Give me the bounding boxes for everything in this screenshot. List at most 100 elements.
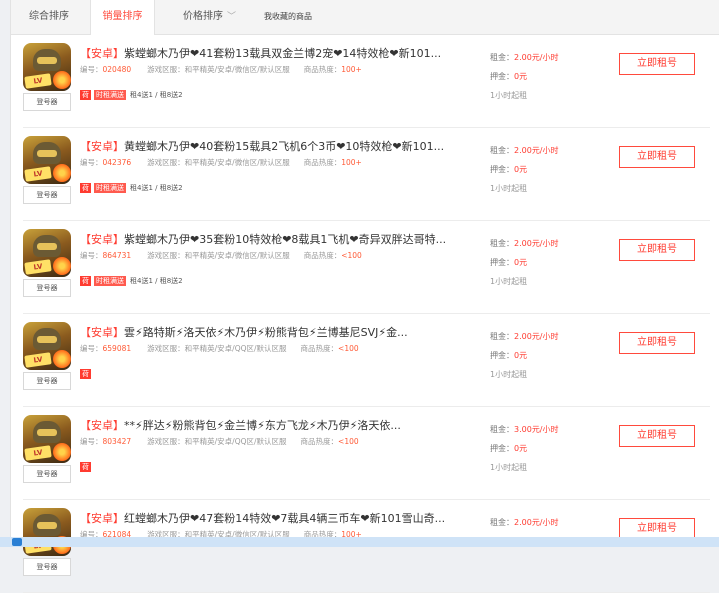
taskbar — [0, 537, 719, 547]
login-button[interactable]: 登号器 — [23, 186, 71, 204]
heat-label: 商品热度： — [303, 65, 342, 74]
item-price: 3.00元/小时 — [514, 425, 559, 434]
deposit-label: 押金： — [490, 258, 514, 267]
tab-comprehensive[interactable]: 综合排序 — [11, 0, 90, 34]
deposit-line: 押金：0元 — [490, 257, 527, 268]
rent-now-button[interactable]: 立即租号 — [619, 146, 695, 168]
item-region: 和平精英/安卓/微信区/默认区服 — [184, 158, 290, 167]
item-region: 和平精英/安卓/QQ区/默认区服 — [184, 437, 287, 446]
item-code: 020480 — [102, 65, 132, 74]
game-avatar[interactable]: LV — [23, 136, 71, 184]
app-icon[interactable] — [12, 538, 22, 546]
item-title[interactable]: 【安卓】雲⚡路特斯⚡洛天依⚡木乃伊⚡粉熊背包⚡兰博基尼SVJ⚡金... — [80, 324, 408, 340]
lotus-badge: 荷 — [80, 183, 91, 193]
login-button[interactable]: 登号器 — [23, 465, 71, 483]
visor-graphic — [37, 336, 57, 343]
rent-now-button[interactable]: 立即租号 — [619, 332, 695, 354]
item-region: 和平精英/安卓/QQ区/默认区服 — [184, 344, 287, 353]
lotus-badge: 荷 — [80, 462, 91, 472]
promo-badge: 时租满送 — [94, 183, 126, 193]
code-label: 编号： — [80, 344, 103, 353]
region-label: 游戏区服： — [147, 251, 185, 260]
code-label: 编号： — [80, 251, 103, 260]
promo-text: 租4送1 / 租8送2 — [130, 277, 183, 285]
login-button[interactable]: 登号器 — [23, 558, 71, 576]
item-heat: <100 — [341, 251, 362, 260]
item-meta: 编号：803427 游戏区服：和平精英/安卓/QQ区/默认区服 商品热度：<100 — [80, 436, 359, 447]
lotus-badge: 荷 — [80, 90, 91, 100]
fire-graphic — [53, 350, 71, 368]
lotus-badge: 荷 — [80, 276, 91, 286]
item-badges: 荷时租满送 租4送1 / 租8送2 — [80, 183, 183, 193]
item-price: 2.00元/小时 — [514, 146, 559, 155]
rent-now-button[interactable]: 立即租号 — [619, 239, 695, 261]
product-list-panel: 综合排序 销量排序 价格排序 ﹀ 我收藏的商品 LV 登号器 【安卓】紫螳螂木乃伊… — [10, 0, 719, 593]
min-rent-hours: 1小时起租 — [490, 370, 528, 379]
product-list: LV 登号器 【安卓】紫螳螂木乃伊❤41套粉13载具双金兰博2宠❤14特效枪❤新… — [23, 35, 710, 593]
price-line: 租金：2.00元/小时 — [490, 145, 559, 156]
game-avatar[interactable]: LV — [23, 322, 71, 370]
chevron-down-icon: ﹀ — [227, 12, 237, 22]
heat-label: 商品热度： — [303, 251, 342, 260]
item-heat: 100+ — [341, 158, 362, 167]
price-line: 租金：2.00元/小时 — [490, 238, 559, 249]
game-avatar[interactable]: LV — [23, 43, 71, 91]
price-label: 租金： — [490, 53, 514, 62]
item-title[interactable]: 【安卓】**⚡胖达⚡粉熊背包⚡金兰博⚡东方飞龙⚡木乃伊⚡洛天依... — [80, 417, 401, 433]
item-title[interactable]: 【安卓】紫螳螂木乃伊❤35套粉10特效枪❤8载具1飞机❤奇异双胖达哥特... — [80, 231, 446, 247]
list-item: LV 登号器 【安卓】雲⚡路特斯⚡洛天依⚡木乃伊⚡粉熊背包⚡兰博基尼SVJ⚡金.… — [23, 314, 710, 407]
item-deposit: 0元 — [514, 165, 528, 174]
item-code: 803427 — [102, 437, 132, 446]
promo-text: 租4送1 / 租8送2 — [130, 184, 183, 192]
item-title[interactable]: 【安卓】红螳螂木乃伊❤47套粉14特效❤7载具4辆三币车❤新101雪山奇... — [80, 510, 445, 526]
platform-tag: 【安卓】 — [80, 47, 124, 60]
item-deposit: 0元 — [514, 444, 528, 453]
price-label: 租金： — [490, 332, 514, 341]
login-button[interactable]: 登号器 — [23, 93, 71, 111]
region-label: 游戏区服： — [147, 158, 185, 167]
tab-favorites[interactable]: 我收藏的商品 — [254, 0, 330, 34]
tab-price-label: 价格排序 — [183, 11, 223, 22]
item-title-text: 红螳螂木乃伊❤47套粉14特效❤7载具4辆三币车❤新101雪山奇... — [124, 512, 446, 525]
item-region: 和平精英/安卓/微信区/默认区服 — [184, 65, 290, 74]
item-price: 2.00元/小时 — [514, 332, 559, 341]
game-avatar[interactable]: LV — [23, 229, 71, 277]
price-label: 租金： — [490, 518, 514, 527]
login-button[interactable]: 登号器 — [23, 279, 71, 297]
min-rent-hours: 1小时起租 — [490, 277, 528, 286]
region-label: 游戏区服： — [147, 65, 185, 74]
item-badges: 荷时租满送 租4送1 / 租8送2 — [80, 90, 183, 100]
avatar-badge: LV — [24, 166, 52, 182]
item-badges: 荷 — [80, 462, 94, 472]
visor-graphic — [37, 243, 57, 250]
tab-price[interactable]: 价格排序 ﹀ — [155, 0, 254, 34]
item-meta: 编号：042376 游戏区服：和平精英/安卓/微信区/默认区服 商品热度：100+ — [80, 157, 362, 168]
item-title[interactable]: 【安卓】紫螳螂木乃伊❤41套粉13载具双金兰博2宠❤14特效枪❤新101... — [80, 45, 441, 61]
avatar-badge: LV — [24, 445, 52, 461]
promo-badge: 时租满送 — [94, 276, 126, 286]
item-title-text: 紫螳螂木乃伊❤35套粉10特效枪❤8载具1飞机❤奇异双胖达哥特... — [124, 233, 447, 246]
price-label: 租金： — [490, 239, 514, 248]
fire-graphic — [53, 164, 71, 182]
price-line: 租金：3.00元/小时 — [490, 424, 559, 435]
region-label: 游戏区服： — [147, 437, 185, 446]
fire-graphic — [53, 71, 71, 89]
item-title[interactable]: 【安卓】黄螳螂木乃伊❤40套粉15载具2飞机6个3币❤10特效枪❤新101... — [80, 138, 444, 154]
visor-graphic — [37, 150, 57, 157]
game-avatar[interactable]: LV — [23, 415, 71, 463]
deposit-label: 押金： — [490, 444, 514, 453]
item-code: 042376 — [102, 158, 132, 167]
platform-tag: 【安卓】 — [80, 512, 124, 525]
rent-now-button[interactable]: 立即租号 — [619, 53, 695, 75]
rent-now-button[interactable]: 立即租号 — [619, 425, 695, 447]
min-rent-hours: 1小时起租 — [490, 463, 528, 472]
game-avatar[interactable]: LV — [23, 508, 71, 556]
platform-tag: 【安卓】 — [80, 419, 124, 432]
price-line: 租金：2.00元/小时 — [490, 52, 559, 63]
list-item: LV 登号器 【安卓】**⚡胖达⚡粉熊背包⚡金兰博⚡东方飞龙⚡木乃伊⚡洛天依..… — [23, 407, 710, 500]
tab-sales[interactable]: 销量排序 — [90, 0, 155, 35]
price-line: 租金：2.00元/小时 — [490, 331, 559, 342]
login-button[interactable]: 登号器 — [23, 372, 71, 390]
item-badges: 荷 — [80, 369, 94, 379]
item-meta: 编号：020480 游戏区服：和平精英/安卓/微信区/默认区服 商品热度：100+ — [80, 64, 362, 75]
